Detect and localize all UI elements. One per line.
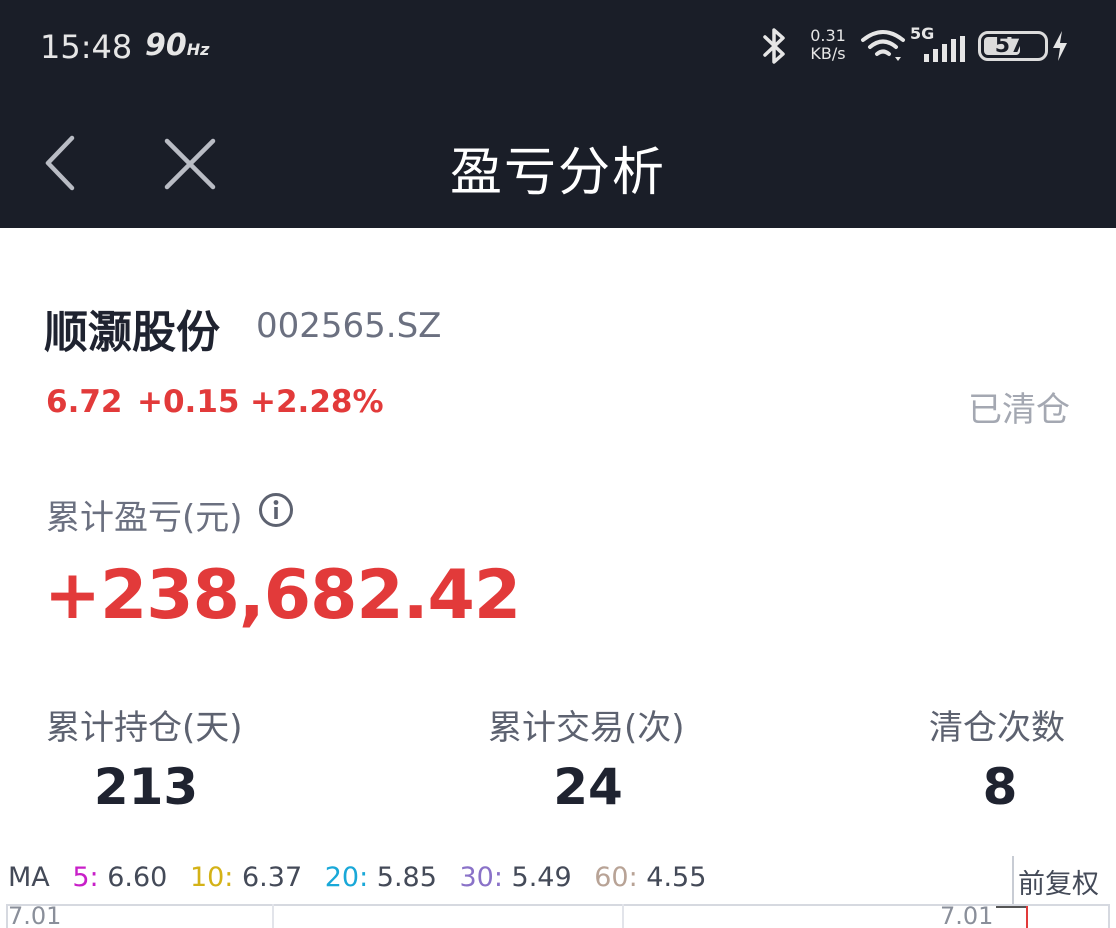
holding-days-value: 213 bbox=[93, 758, 199, 816]
adjust-mode-button[interactable]: 前复权 bbox=[1018, 862, 1099, 901]
position-status-badge: 已清仓 bbox=[968, 390, 1070, 430]
clear-count-value: 8 bbox=[982, 758, 1018, 816]
refresh-rate: 90Hz bbox=[145, 28, 210, 63]
chart-gridline bbox=[272, 904, 274, 928]
price-marker-line bbox=[1026, 906, 1028, 928]
chart-gridline bbox=[622, 904, 624, 928]
divider bbox=[1012, 856, 1014, 906]
stock-change-pct: +2.28% bbox=[250, 384, 384, 420]
stock-change: +0.15 bbox=[137, 384, 240, 420]
battery-icon: 57 bbox=[978, 31, 1048, 61]
ma-prefix: MA bbox=[8, 862, 50, 893]
cumulative-pnl-label: 累计盈亏(元) bbox=[46, 498, 243, 538]
ma-legend: MA 5: 6.60 10: 6.37 20: 5.85 30: 5.49 60… bbox=[8, 862, 706, 893]
battery-level: 57 bbox=[994, 33, 1026, 58]
trade-count-label: 累计交易(次) bbox=[488, 708, 685, 748]
network-speed: 0.31 KB/s bbox=[810, 26, 846, 63]
ma20-period: 20: bbox=[324, 862, 369, 893]
ma20-value: 5.85 bbox=[376, 862, 437, 893]
ma10-value: 6.37 bbox=[242, 862, 303, 893]
stock-code: 002565.SZ bbox=[256, 306, 442, 346]
ma60-period: 60: bbox=[594, 862, 638, 893]
status-bar: 15:48 90Hz 0.31 KB/s 5G 57 bbox=[0, 0, 1116, 95]
ma60-value: 4.55 bbox=[646, 862, 707, 893]
trade-count-value: 24 bbox=[553, 758, 623, 816]
wifi-icon bbox=[861, 30, 905, 61]
chart-axis-max-right: 7.01 bbox=[940, 902, 994, 928]
signal-icon bbox=[924, 36, 965, 62]
charging-icon bbox=[1053, 31, 1067, 61]
ma30-value: 5.49 bbox=[511, 862, 572, 893]
ma10-period: 10: bbox=[189, 862, 234, 893]
ma5-value: 6.60 bbox=[107, 862, 168, 893]
ma30-period: 30: bbox=[459, 862, 503, 893]
page-title: 盈亏分析 bbox=[449, 143, 666, 203]
bluetooth-icon bbox=[763, 28, 785, 64]
ma5-period: 5: bbox=[72, 862, 99, 893]
stock-name: 顺灏股份 bbox=[44, 307, 220, 358]
price-marker bbox=[996, 906, 1028, 908]
stock-price: 6.72 bbox=[46, 384, 123, 420]
clear-count-label: 清仓次数 bbox=[929, 708, 1065, 748]
chart-axis-max-left: 7.01 bbox=[8, 902, 62, 928]
status-time: 15:48 bbox=[40, 28, 133, 66]
info-icon[interactable] bbox=[258, 492, 294, 528]
holding-days-label: 累计持仓(天) bbox=[46, 708, 243, 748]
cumulative-pnl-value: +238,682.42 bbox=[44, 556, 521, 635]
